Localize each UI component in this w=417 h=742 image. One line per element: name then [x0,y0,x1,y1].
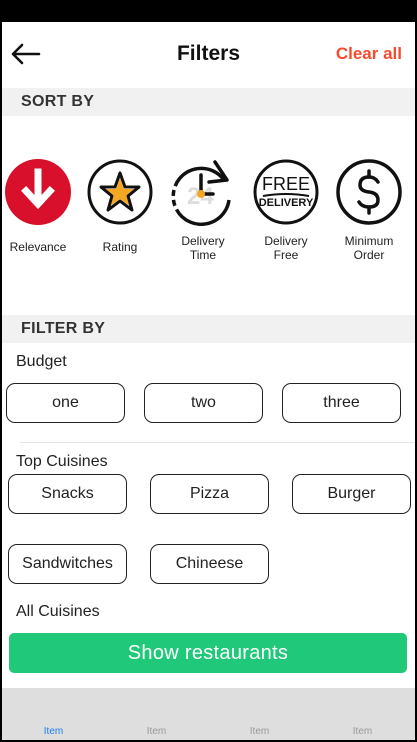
top-cuisines-title: Top Cuisines [16,453,108,470]
sort-label-delivery-free: Delivery Free [264,234,308,262]
sort-item-delivery-free[interactable]: FREE DELIVERY Delivery Free [246,158,326,262]
free-delivery-icon: FREE DELIVERY [253,159,319,225]
budget-option-one[interactable]: one [6,383,125,423]
sort-label-relevance: Relevance [9,240,67,254]
tab-bar: Item Item Item Item [2,688,415,740]
clear-all-button[interactable]: Clear all [336,44,402,64]
tab-item-2[interactable]: Item [105,726,208,737]
filters-screen: Filters Clear all SORT BY Relevance Rati… [2,22,415,740]
divider [20,442,415,443]
sort-item-minimum-order[interactable]: Minimum Order [329,158,409,262]
tab-item-1[interactable]: Item [2,726,105,737]
show-restaurants-button[interactable]: Show restaurants [9,633,407,673]
svg-text:DELIVERY: DELIVERY [259,197,314,209]
sort-item-delivery-time[interactable]: 24 DeliveryTime [163,158,243,262]
sort-label-rating: Rating [102,240,138,254]
cuisine-option-sandwitches[interactable]: Sandwitches [8,544,127,584]
arrow-down-circle-icon [5,159,71,225]
cuisine-option-snacks[interactable]: Snacks [8,474,127,514]
sort-label-delivery-time: Delivery Time [181,234,225,262]
sort-by-heading: SORT BY [21,93,95,110]
filter-by-header: FILTER BY [2,315,415,343]
budget-option-two[interactable]: two [144,383,263,423]
cuisine-option-chineese[interactable]: Chineese [150,544,269,584]
sort-by-header: SORT BY [2,88,415,116]
tab-item-4[interactable]: Item [311,726,414,737]
cuisine-option-burger[interactable]: Burger [292,474,411,514]
cuisine-option-pizza[interactable]: Pizza [150,474,269,514]
tab-item-3[interactable]: Item [208,726,311,737]
status-bar [0,0,417,22]
dollar-circle-icon [336,159,402,225]
sort-item-rating[interactable]: Rating [80,158,160,254]
header: Filters Clear all [2,22,415,86]
all-cuisines-title[interactable]: All Cuisines [16,603,100,621]
star-circle-icon [87,159,153,225]
filter-by-heading: FILTER BY [21,320,106,337]
svg-text:FREE: FREE [262,174,310,194]
sort-item-relevance[interactable]: Relevance [2,158,78,254]
clock-24-icon: 24 [171,160,231,226]
sort-options: Relevance Rating 24 DeliveryTime [2,158,415,268]
sort-label-minimum-order: Minimum Order [344,234,394,262]
budget-title: Budget [16,353,67,370]
budget-option-three[interactable]: three [282,383,401,423]
